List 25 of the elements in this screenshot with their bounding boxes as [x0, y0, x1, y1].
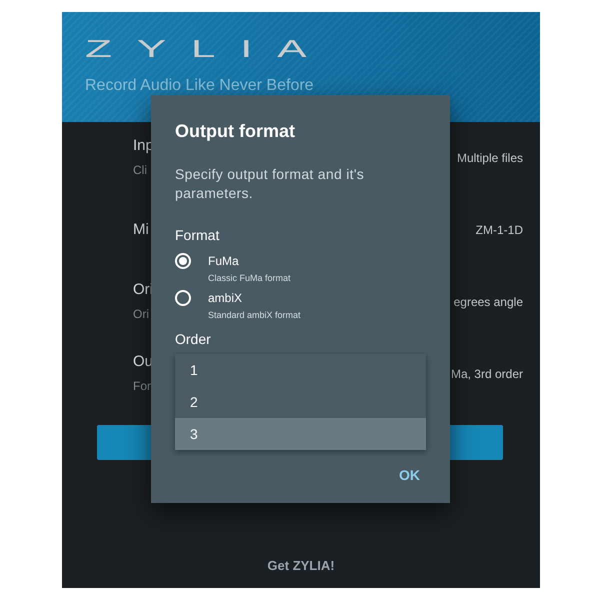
setting-value: ZM-1-1D	[476, 222, 523, 239]
option-description: Standard ambiX format	[208, 309, 301, 322]
setting-value: Multiple files	[456, 150, 523, 167]
section-label: Order	[175, 330, 211, 349]
setting-value: egrees angle	[454, 294, 523, 311]
radio-button[interactable]	[175, 253, 191, 269]
dropdown-item[interactable]: 2	[175, 386, 426, 418]
logo: ZYLIA	[85, 40, 332, 58]
dialog-title: Output format	[175, 120, 295, 143]
dropdown-item[interactable]: 3	[175, 418, 426, 450]
radio-button[interactable]	[175, 290, 191, 306]
setting-description: For	[133, 378, 151, 395]
option-description: Classic FuMa format	[208, 272, 291, 285]
section-label: Format	[175, 226, 220, 245]
dialog-description: Specify output format and it's parameters.	[175, 165, 366, 203]
footer-link[interactable]: Get ZYLIA!	[267, 556, 335, 576]
ok-button[interactable]: OK	[393, 465, 426, 485]
setting-value: Ma, 3rd order	[450, 366, 523, 383]
tagline: Record Audio Like Never Before	[85, 77, 314, 95]
option-label: ambiX	[208, 290, 242, 307]
setting-description: Cli	[133, 162, 147, 179]
dropdown-item[interactable]: 1	[175, 354, 426, 386]
option-label: FuMa	[208, 253, 239, 270]
setting-description: Ori	[133, 306, 149, 323]
setting-label: Mi	[133, 220, 149, 240]
